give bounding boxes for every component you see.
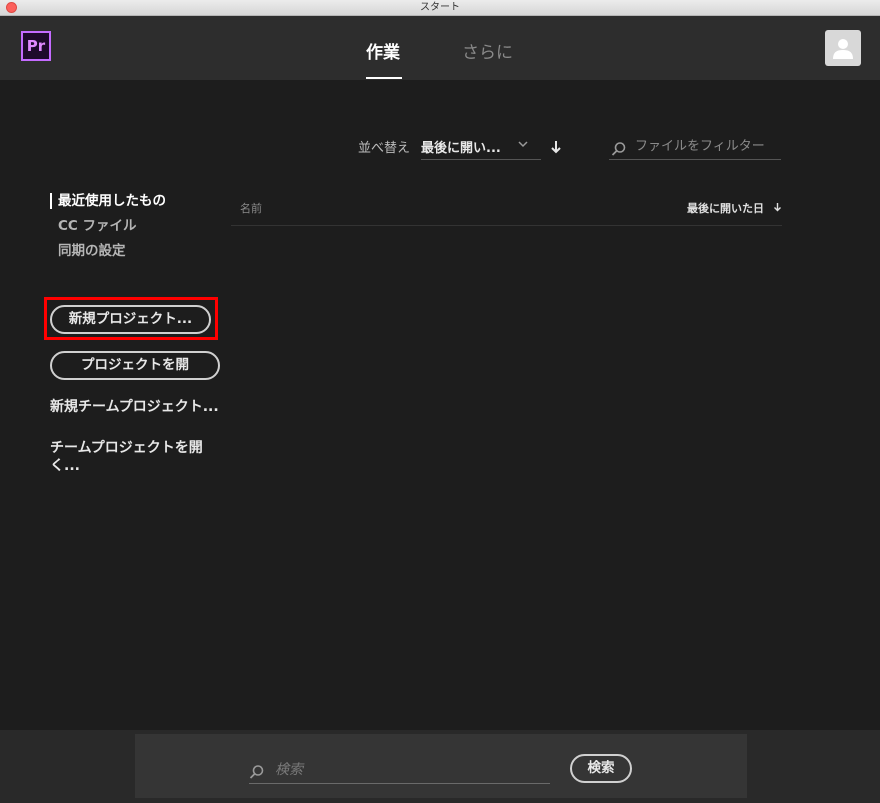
footer-bar: 検索 <box>0 730 880 803</box>
search-field[interactable] <box>249 756 550 784</box>
arrow-down-icon <box>774 203 781 212</box>
tab-work[interactable]: 作業 <box>366 41 400 65</box>
highlight-box <box>44 297 218 340</box>
search-panel: 検索 <box>135 734 747 798</box>
open-project-button[interactable]: プロジェクトを開 <box>50 351 220 380</box>
search-button[interactable]: 検索 <box>570 754 632 783</box>
filter-input[interactable] <box>635 136 779 156</box>
sidebar-item-cc-files[interactable]: CC ファイル <box>58 217 137 235</box>
column-header-last-opened[interactable]: 最後に開いた日 <box>687 200 764 216</box>
app-header: Pr 作業 さらに <box>0 16 880 80</box>
chevron-down-icon <box>518 141 528 148</box>
filter-field[interactable] <box>609 132 781 160</box>
column-header-name[interactable]: 名前 <box>240 200 262 216</box>
open-team-project-link[interactable]: チームプロジェクトを開く... <box>50 439 225 475</box>
sort-label: 並べ替え <box>358 141 411 156</box>
window-title: スタート <box>420 2 460 13</box>
search-icon <box>611 142 626 156</box>
new-team-project-link[interactable]: 新規チームプロジェクト... <box>50 398 225 416</box>
sidebar-item-sync-settings[interactable]: 同期の設定 <box>58 242 126 260</box>
search-icon <box>249 765 264 779</box>
tab-more[interactable]: さらに <box>462 41 513 65</box>
window-titlebar: スタート <box>0 0 880 16</box>
user-avatar-icon[interactable] <box>825 30 861 66</box>
sort-dropdown-value: 最後に開い... <box>421 141 501 156</box>
sort-dropdown[interactable]: 最後に開い... <box>421 132 541 160</box>
arrow-down-icon[interactable] <box>549 139 563 155</box>
search-input[interactable] <box>275 760 545 780</box>
active-tab-indicator <box>366 77 402 79</box>
list-header-divider <box>231 225 782 226</box>
nav-active-indicator <box>50 193 52 209</box>
sidebar-item-recent[interactable]: 最近使用したもの <box>58 192 166 210</box>
premiere-logo: Pr <box>21 31 51 61</box>
